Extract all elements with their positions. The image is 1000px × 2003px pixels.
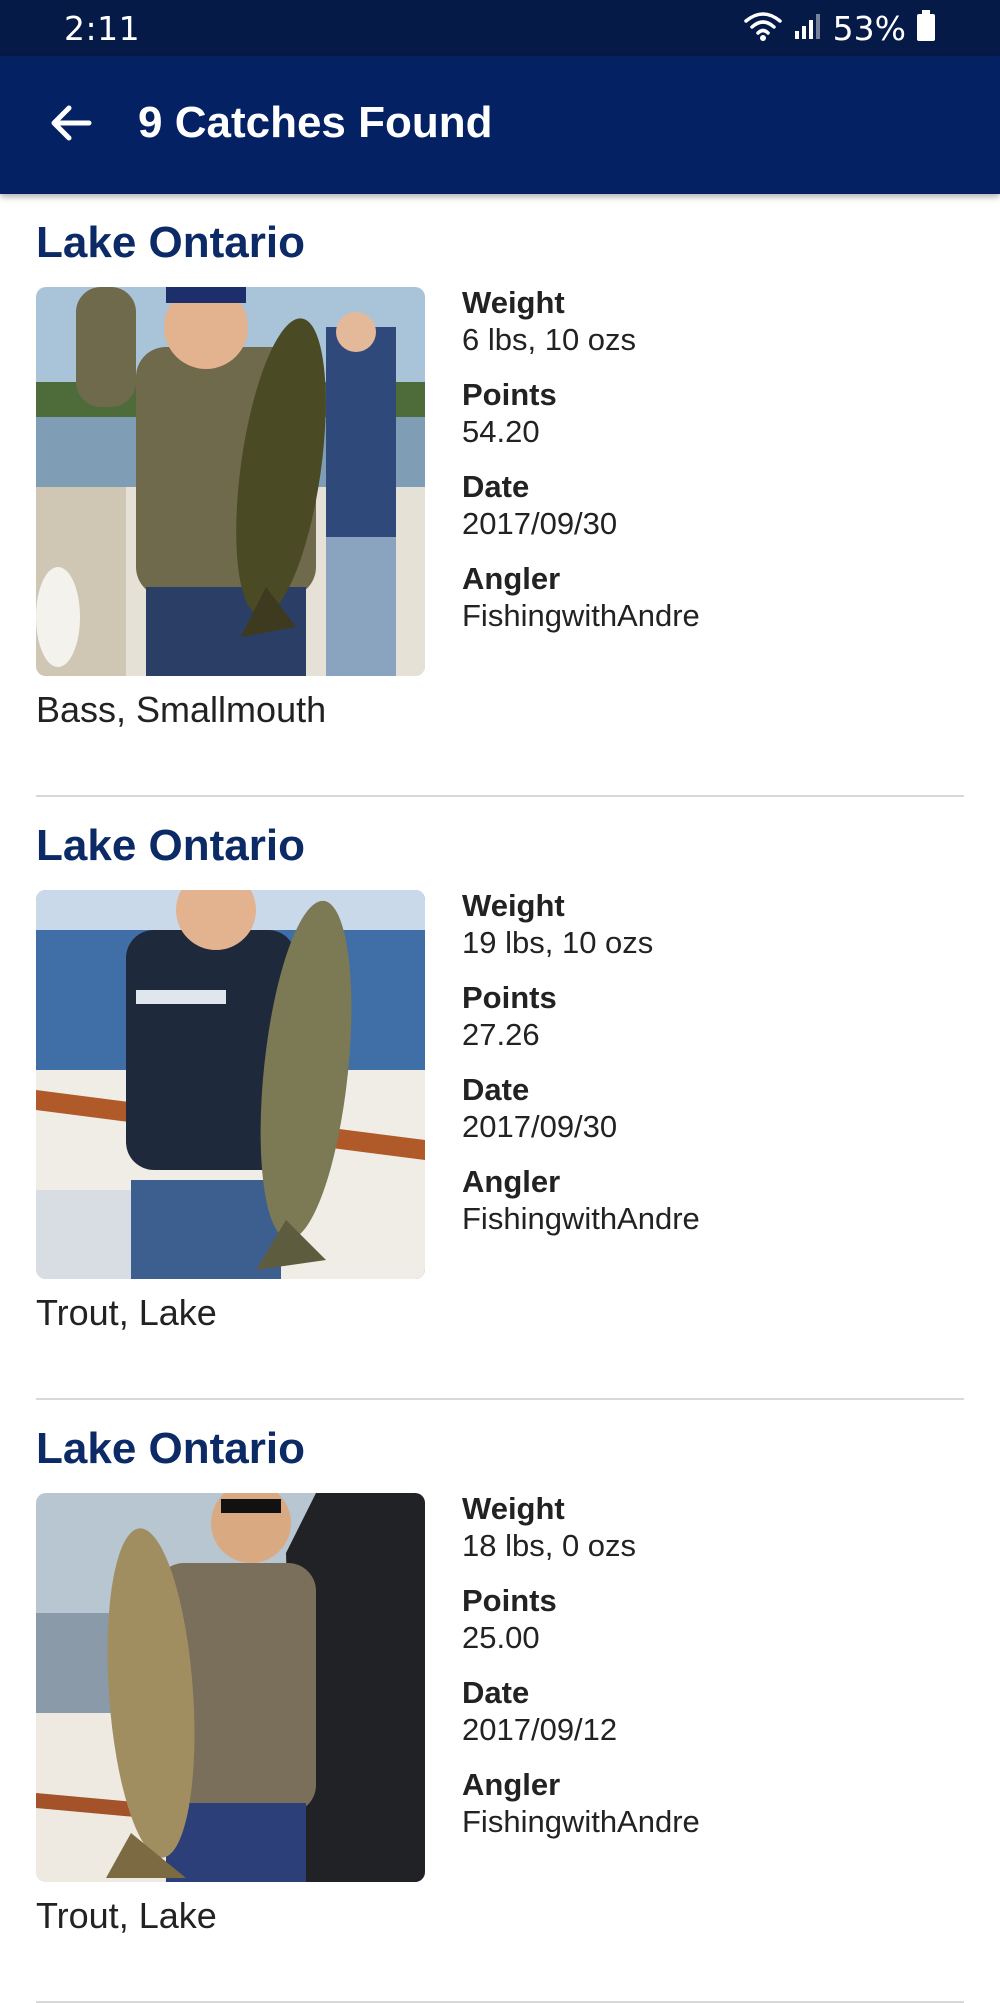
angler-value: FishingwithAndre (462, 1804, 700, 1839)
weight-value: 6 lbs, 10 ozs (462, 322, 637, 357)
lake-name: Lake Ontario (36, 218, 305, 267)
weight-detail: Weight 6 lbs, 10 ozs (462, 284, 700, 358)
catch-card[interactable]: Lake Ontario Trout, Lake Weight 19 lbs, … (36, 797, 964, 1400)
species-name: Bass, Smallmouth (36, 689, 327, 730)
weight-detail: Weight 18 lbs, 0 ozs (462, 1490, 700, 1564)
catch-details: Weight 19 lbs, 10 ozs Points 27.26 Date … (462, 887, 700, 1255)
date-label: Date (462, 469, 530, 504)
signal-icon (793, 11, 823, 46)
battery-percent: 53% (832, 8, 906, 48)
points-detail: Points 25.00 (462, 1582, 700, 1656)
points-value: 25.00 (462, 1620, 540, 1655)
catch-card[interactable]: Lake Ontario Trout, Lake Weight 18 lbs, … (36, 1400, 964, 2003)
weight-label: Weight (462, 888, 565, 923)
catch-photo[interactable] (36, 287, 425, 676)
catch-details: Weight 6 lbs, 10 ozs Points 54.20 Date 2… (462, 284, 700, 652)
wifi-icon (743, 9, 783, 48)
points-value: 27.26 (462, 1017, 540, 1052)
lake-name: Lake Ontario (36, 1424, 305, 1473)
angler-value: FishingwithAndre (462, 1201, 700, 1236)
date-detail: Date 2017/09/12 (462, 1674, 700, 1748)
angler-detail: Angler FishingwithAndre (462, 1766, 700, 1840)
catch-details: Weight 18 lbs, 0 ozs Points 25.00 Date 2… (462, 1490, 700, 1858)
points-label: Points (462, 1583, 557, 1618)
catch-photo[interactable] (36, 1493, 425, 1882)
app-bar: 9 Catches Found (0, 56, 1000, 194)
angler-label: Angler (462, 1164, 561, 1199)
catch-photo[interactable] (36, 890, 425, 1279)
arrow-left-icon (49, 101, 93, 150)
status-bar: 2:11 53% (0, 0, 1000, 56)
angler-value: FishingwithAndre (462, 598, 700, 633)
points-label: Points (462, 980, 557, 1015)
weight-label: Weight (462, 1491, 565, 1526)
species-name: Trout, Lake (36, 1292, 217, 1333)
points-detail: Points 54.20 (462, 376, 700, 450)
back-button[interactable] (36, 90, 106, 160)
weight-value: 19 lbs, 10 ozs (462, 925, 654, 960)
weight-label: Weight (462, 285, 565, 320)
date-detail: Date 2017/09/30 (462, 1071, 700, 1145)
angler-detail: Angler FishingwithAndre (462, 1163, 700, 1237)
angler-label: Angler (462, 1767, 561, 1802)
weight-detail: Weight 19 lbs, 10 ozs (462, 887, 700, 961)
date-label: Date (462, 1072, 530, 1107)
date-value: 2017/09/12 (462, 1712, 618, 1747)
date-detail: Date 2017/09/30 (462, 468, 700, 542)
catch-card[interactable]: Lake Ontario Bass, Smallmouth Weight 6 l… (36, 194, 964, 797)
date-value: 2017/09/30 (462, 1109, 618, 1144)
date-label: Date (462, 1675, 530, 1710)
points-label: Points (462, 377, 557, 412)
species-name: Trout, Lake (36, 1895, 217, 1936)
battery-icon (916, 9, 936, 47)
status-icons: 53% (743, 8, 936, 48)
lake-name: Lake Ontario (36, 821, 305, 870)
points-value: 54.20 (462, 414, 540, 449)
angler-detail: Angler FishingwithAndre (462, 560, 700, 634)
date-value: 2017/09/30 (462, 506, 618, 541)
weight-value: 18 lbs, 0 ozs (462, 1528, 637, 1563)
angler-label: Angler (462, 561, 561, 596)
catch-list: Lake Ontario Bass, Smallmouth Weight 6 l… (0, 194, 1000, 2003)
page-title: 9 Catches Found (138, 98, 493, 147)
status-time: 2:11 (64, 9, 141, 48)
points-detail: Points 27.26 (462, 979, 700, 1053)
